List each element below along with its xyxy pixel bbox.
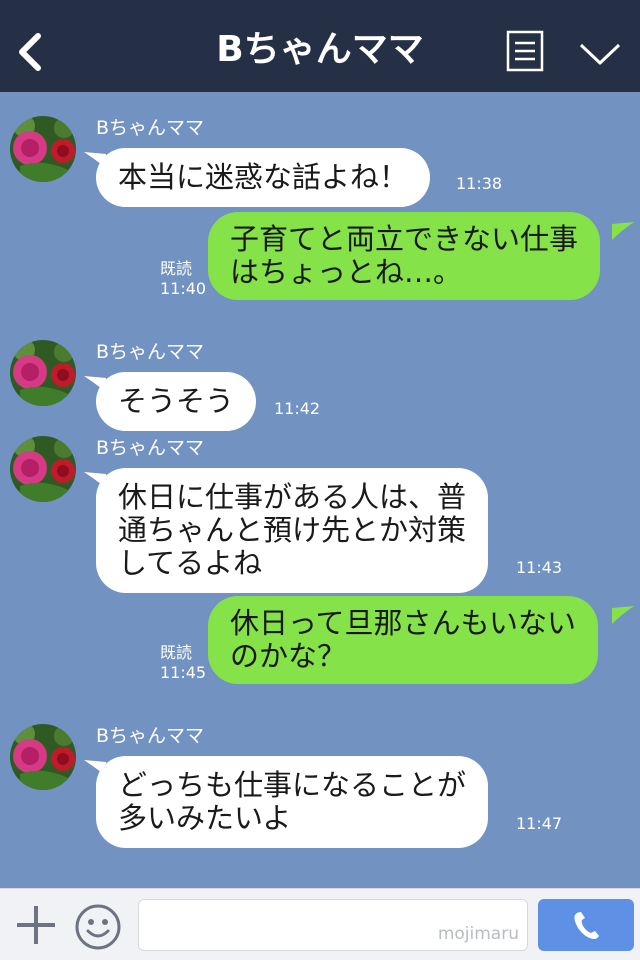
message-bubble-outgoing[interactable]: 休日って旦那さんもいない のかな？ <box>208 596 598 684</box>
message-bubble-incoming[interactable]: どっちも仕事になることが 多いみたいよ <box>96 756 489 848</box>
message-bubble-incoming[interactable]: そうそう <box>96 372 257 431</box>
message-list[interactable]: Bちゃんママ 本当に迷惑な話よね！ 11:38 子育てと両立できない仕事 はちょ… <box>0 92 640 888</box>
sender-name: Bちゃんママ <box>96 117 205 139</box>
message-bubble-incoming[interactable]: 休日に仕事がある人は、普 通ちゃんと預け先とか対策 してるよね <box>96 468 489 593</box>
avatar[interactable] <box>10 724 76 790</box>
read-receipt: 既読 <box>160 643 193 662</box>
message-bubble-outgoing[interactable]: 子育てと両立できない仕事 はちょっとね…。 <box>208 212 601 300</box>
chat-header: Bちゃんママ <box>0 0 640 92</box>
message-input[interactable]: mojimaru <box>138 899 528 951</box>
call-button[interactable] <box>538 899 634 951</box>
bubble-tail <box>612 222 634 240</box>
plus-icon[interactable] <box>14 903 58 947</box>
sender-name: Bちゃんママ <box>96 437 205 459</box>
chevron-down-icon[interactable] <box>578 40 622 68</box>
message-time: 11:43 <box>516 558 563 577</box>
watermark: mojimaru <box>437 924 519 944</box>
chat-title: Bちゃんママ <box>216 29 424 70</box>
message-bubble-incoming[interactable]: 本当に迷惑な話よね！ <box>96 148 431 207</box>
menu-icon[interactable] <box>506 30 544 72</box>
avatar[interactable] <box>10 436 76 502</box>
sender-name: Bちゃんママ <box>96 341 205 363</box>
emoji-icon[interactable] <box>74 903 122 951</box>
message-time: 11:47 <box>516 814 563 833</box>
avatar[interactable] <box>10 116 76 182</box>
message-time: 11:42 <box>274 399 321 418</box>
avatar[interactable] <box>10 340 76 406</box>
phone-icon <box>574 912 599 939</box>
sender-name: Bちゃんママ <box>96 725 205 747</box>
bubble-tail <box>612 606 634 624</box>
message-time: 11:40 <box>160 279 207 298</box>
message-time: 11:38 <box>456 174 503 193</box>
read-receipt: 既読 <box>160 259 193 278</box>
message-time: 11:45 <box>160 663 207 682</box>
input-bar: mojimaru <box>0 888 640 960</box>
